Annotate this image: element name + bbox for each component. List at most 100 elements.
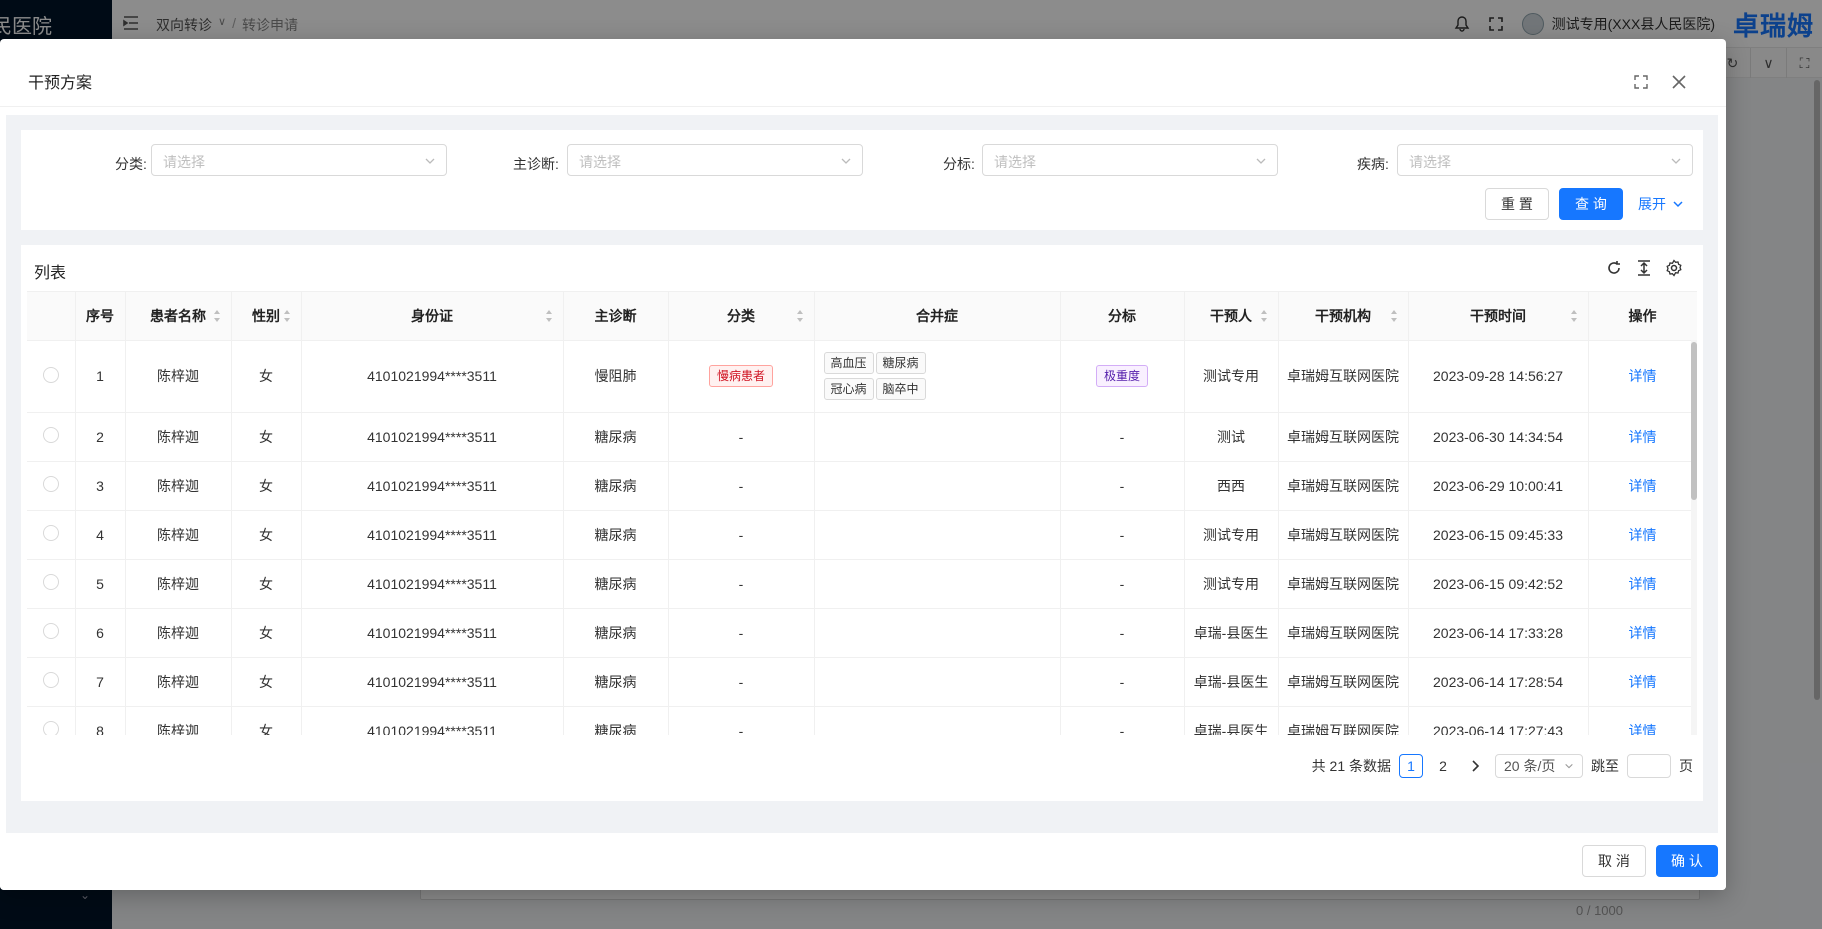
sort-icon[interactable] xyxy=(1570,309,1578,323)
header-label: 身份证 xyxy=(411,307,453,324)
column-header-org[interactable]: 干预机构 xyxy=(1278,292,1409,341)
intervention-modal: 干预方案 分类: 请选择 主诊断: 请选择 分标: 请选择 疾病: 请选择 重 … xyxy=(0,39,1726,890)
level-select[interactable]: 请选择 xyxy=(982,144,1278,176)
sort-icon[interactable] xyxy=(283,309,291,323)
confirm-button[interactable]: 确 认 xyxy=(1656,845,1718,877)
cell-level: - xyxy=(1060,608,1185,658)
setting-icon[interactable] xyxy=(1665,259,1683,277)
diagnosis-select[interactable]: 请选择 xyxy=(567,144,863,176)
sort-icon[interactable] xyxy=(545,309,553,323)
cancel-button[interactable]: 取 消 xyxy=(1582,845,1646,877)
row-radio[interactable] xyxy=(42,525,59,541)
cell-org: 卓瑞姆互联网医院 xyxy=(1278,608,1409,658)
table-row[interactable]: 7 陈梓迦 女 4101021994****3511 糖尿病 - - 卓瑞-县医… xyxy=(27,657,1697,707)
row-radio[interactable] xyxy=(42,476,59,492)
row-radio[interactable] xyxy=(42,721,59,735)
row-radio[interactable] xyxy=(42,623,59,639)
column-header-time[interactable]: 干预时间 xyxy=(1408,292,1589,341)
column-height-icon[interactable] xyxy=(1635,259,1653,277)
jump-input[interactable] xyxy=(1627,754,1671,778)
close-icon[interactable] xyxy=(1670,73,1688,91)
detail-link[interactable]: 详情 xyxy=(1629,674,1657,690)
chevron-down-icon xyxy=(841,158,851,164)
cell-gender: 女 xyxy=(231,510,302,560)
detail-link[interactable]: 详情 xyxy=(1629,625,1657,641)
page-item-2[interactable]: 2 xyxy=(1431,754,1455,778)
cell-gender: 女 xyxy=(231,412,302,462)
row-select-cell xyxy=(27,340,76,413)
cell-person: 西西 xyxy=(1184,461,1279,511)
header-label: 主诊断 xyxy=(594,307,637,324)
detail-link[interactable]: 详情 xyxy=(1629,723,1657,736)
filter-label-level: 分标: xyxy=(943,156,975,172)
scrollbar-thumb[interactable] xyxy=(1691,342,1697,500)
table-scrollbar[interactable] xyxy=(1691,340,1697,735)
reset-button[interactable]: 重 置 xyxy=(1485,188,1549,220)
column-header-id[interactable]: 身份证 xyxy=(301,292,564,341)
cell-time: 2023-06-15 09:45:33 xyxy=(1408,510,1589,560)
cell-org: 卓瑞姆互联网医院 xyxy=(1278,461,1409,511)
column-header-category[interactable]: 分类 xyxy=(668,292,815,341)
header-label: 患者名称 xyxy=(150,307,206,324)
detail-link[interactable]: 详情 xyxy=(1629,429,1657,445)
table-row[interactable]: 5 陈梓迦 女 4101021994****3511 糖尿病 - - 测试专用 … xyxy=(27,559,1697,609)
row-radio[interactable] xyxy=(42,574,59,590)
detail-link[interactable]: 详情 xyxy=(1629,527,1657,543)
table-row[interactable]: 6 陈梓迦 女 4101021994****3511 糖尿病 - - 卓瑞-县医… xyxy=(27,608,1697,658)
placeholder: 请选择 xyxy=(1409,154,1451,170)
fullscreen-icon[interactable] xyxy=(1633,74,1649,90)
cell-action: 详情 xyxy=(1588,608,1697,658)
category-select[interactable]: 请选择 xyxy=(151,144,447,176)
comorbidity-tag: 脑卒中 xyxy=(875,378,926,400)
header-label: 合并症 xyxy=(916,307,958,324)
chevron-down-icon xyxy=(1671,158,1681,164)
row-radio[interactable] xyxy=(42,366,59,383)
page-size-select[interactable]: 20 条/页 xyxy=(1495,754,1583,778)
header-label: 干预机构 xyxy=(1315,307,1371,324)
chevron-down-icon xyxy=(1565,763,1573,769)
column-header-person[interactable]: 干预人 xyxy=(1184,292,1279,341)
cell-id: 4101021994****3511 xyxy=(301,559,564,609)
table-row[interactable]: 1 陈梓迦 女 4101021994****3511 慢阻肺 慢病患者 高血压糖… xyxy=(27,340,1697,413)
cell-name: 陈梓迦 xyxy=(125,412,232,462)
cell-comorbidity: 高血压 糖尿病 冠心病 脑卒中 xyxy=(814,340,1061,413)
cell-person: 测试专用 xyxy=(1184,510,1279,560)
column-header-select xyxy=(27,292,76,341)
sort-icon[interactable] xyxy=(213,309,221,323)
table-row[interactable]: 4 陈梓迦 女 4101021994****3511 糖尿病 - - 测试专用 … xyxy=(27,510,1697,560)
table-row[interactable]: 2 陈梓迦 女 4101021994****3511 糖尿病 - - 测试 卓瑞… xyxy=(27,412,1697,462)
header-label: 操作 xyxy=(1628,307,1657,324)
row-select-cell xyxy=(27,510,76,560)
expand-button[interactable]: 展开 xyxy=(1633,188,1689,220)
cell-id: 4101021994****3511 xyxy=(301,340,564,413)
cell-name: 陈梓迦 xyxy=(125,706,232,735)
cell-time: 2023-06-30 14:34:54 xyxy=(1408,412,1589,462)
cell-no: 1 xyxy=(75,340,126,413)
cell-person: 卓瑞-县医生 xyxy=(1184,657,1279,707)
cell-name: 陈梓迦 xyxy=(125,608,232,658)
sort-icon[interactable] xyxy=(1390,309,1398,323)
chevron-right-icon[interactable] xyxy=(1463,754,1487,778)
page-item-1[interactable]: 1 xyxy=(1399,754,1423,778)
comorbidity-tag: 糖尿病 xyxy=(875,352,926,374)
detail-link[interactable]: 详情 xyxy=(1629,576,1657,592)
row-radio[interactable] xyxy=(42,672,59,688)
cell-category: - xyxy=(668,559,815,609)
row-radio[interactable] xyxy=(42,427,59,443)
cell-org: 卓瑞姆互联网医院 xyxy=(1278,510,1409,560)
reload-icon[interactable] xyxy=(1605,259,1623,277)
header-label: 性别 xyxy=(252,307,280,324)
table-row[interactable]: 8 陈梓迦 女 4101021994****3511 糖尿病 - - 卓瑞-县医… xyxy=(27,706,1697,735)
column-header-gender[interactable]: 性别 xyxy=(231,292,302,341)
column-header-name[interactable]: 患者名称 xyxy=(125,292,232,341)
sort-icon[interactable] xyxy=(796,309,804,323)
detail-link[interactable]: 详情 xyxy=(1629,368,1657,384)
sort-icon[interactable] xyxy=(1260,309,1268,323)
disease-select[interactable]: 请选择 xyxy=(1397,144,1693,176)
query-button[interactable]: 查 询 xyxy=(1559,188,1623,220)
detail-link[interactable]: 详情 xyxy=(1629,478,1657,494)
placeholder: 请选择 xyxy=(579,154,621,170)
table-row[interactable]: 3 陈梓迦 女 4101021994****3511 糖尿病 - - 西西 卓瑞… xyxy=(27,461,1697,511)
cell-comorbidity xyxy=(814,412,1061,462)
column-header-action: 操作 xyxy=(1588,292,1697,341)
